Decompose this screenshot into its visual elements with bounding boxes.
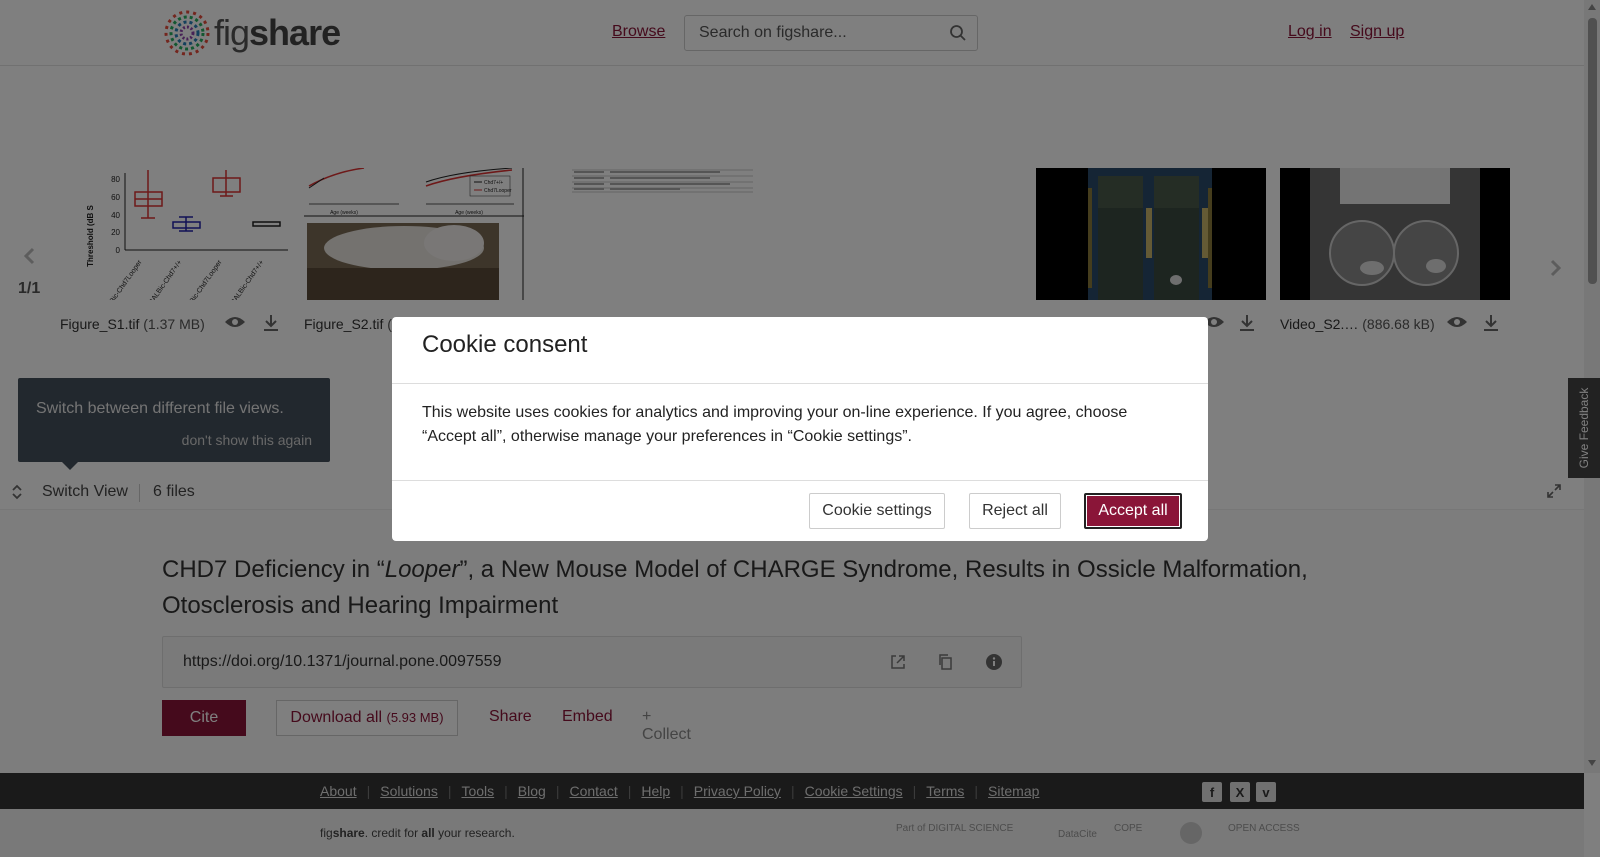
reject-all-button[interactable]: Reject all: [969, 493, 1061, 529]
divider: [392, 480, 1208, 481]
cookie-settings-button[interactable]: Cookie settings: [809, 493, 945, 529]
divider: [392, 383, 1208, 384]
cookie-consent-dialog: Cookie consent This website uses cookies…: [392, 317, 1208, 541]
accept-all-button[interactable]: Accept all: [1084, 493, 1182, 529]
cookie-dialog-title: Cookie consent: [422, 331, 588, 358]
cookie-dialog-body: This website uses cookies for analytics …: [422, 404, 1128, 445]
